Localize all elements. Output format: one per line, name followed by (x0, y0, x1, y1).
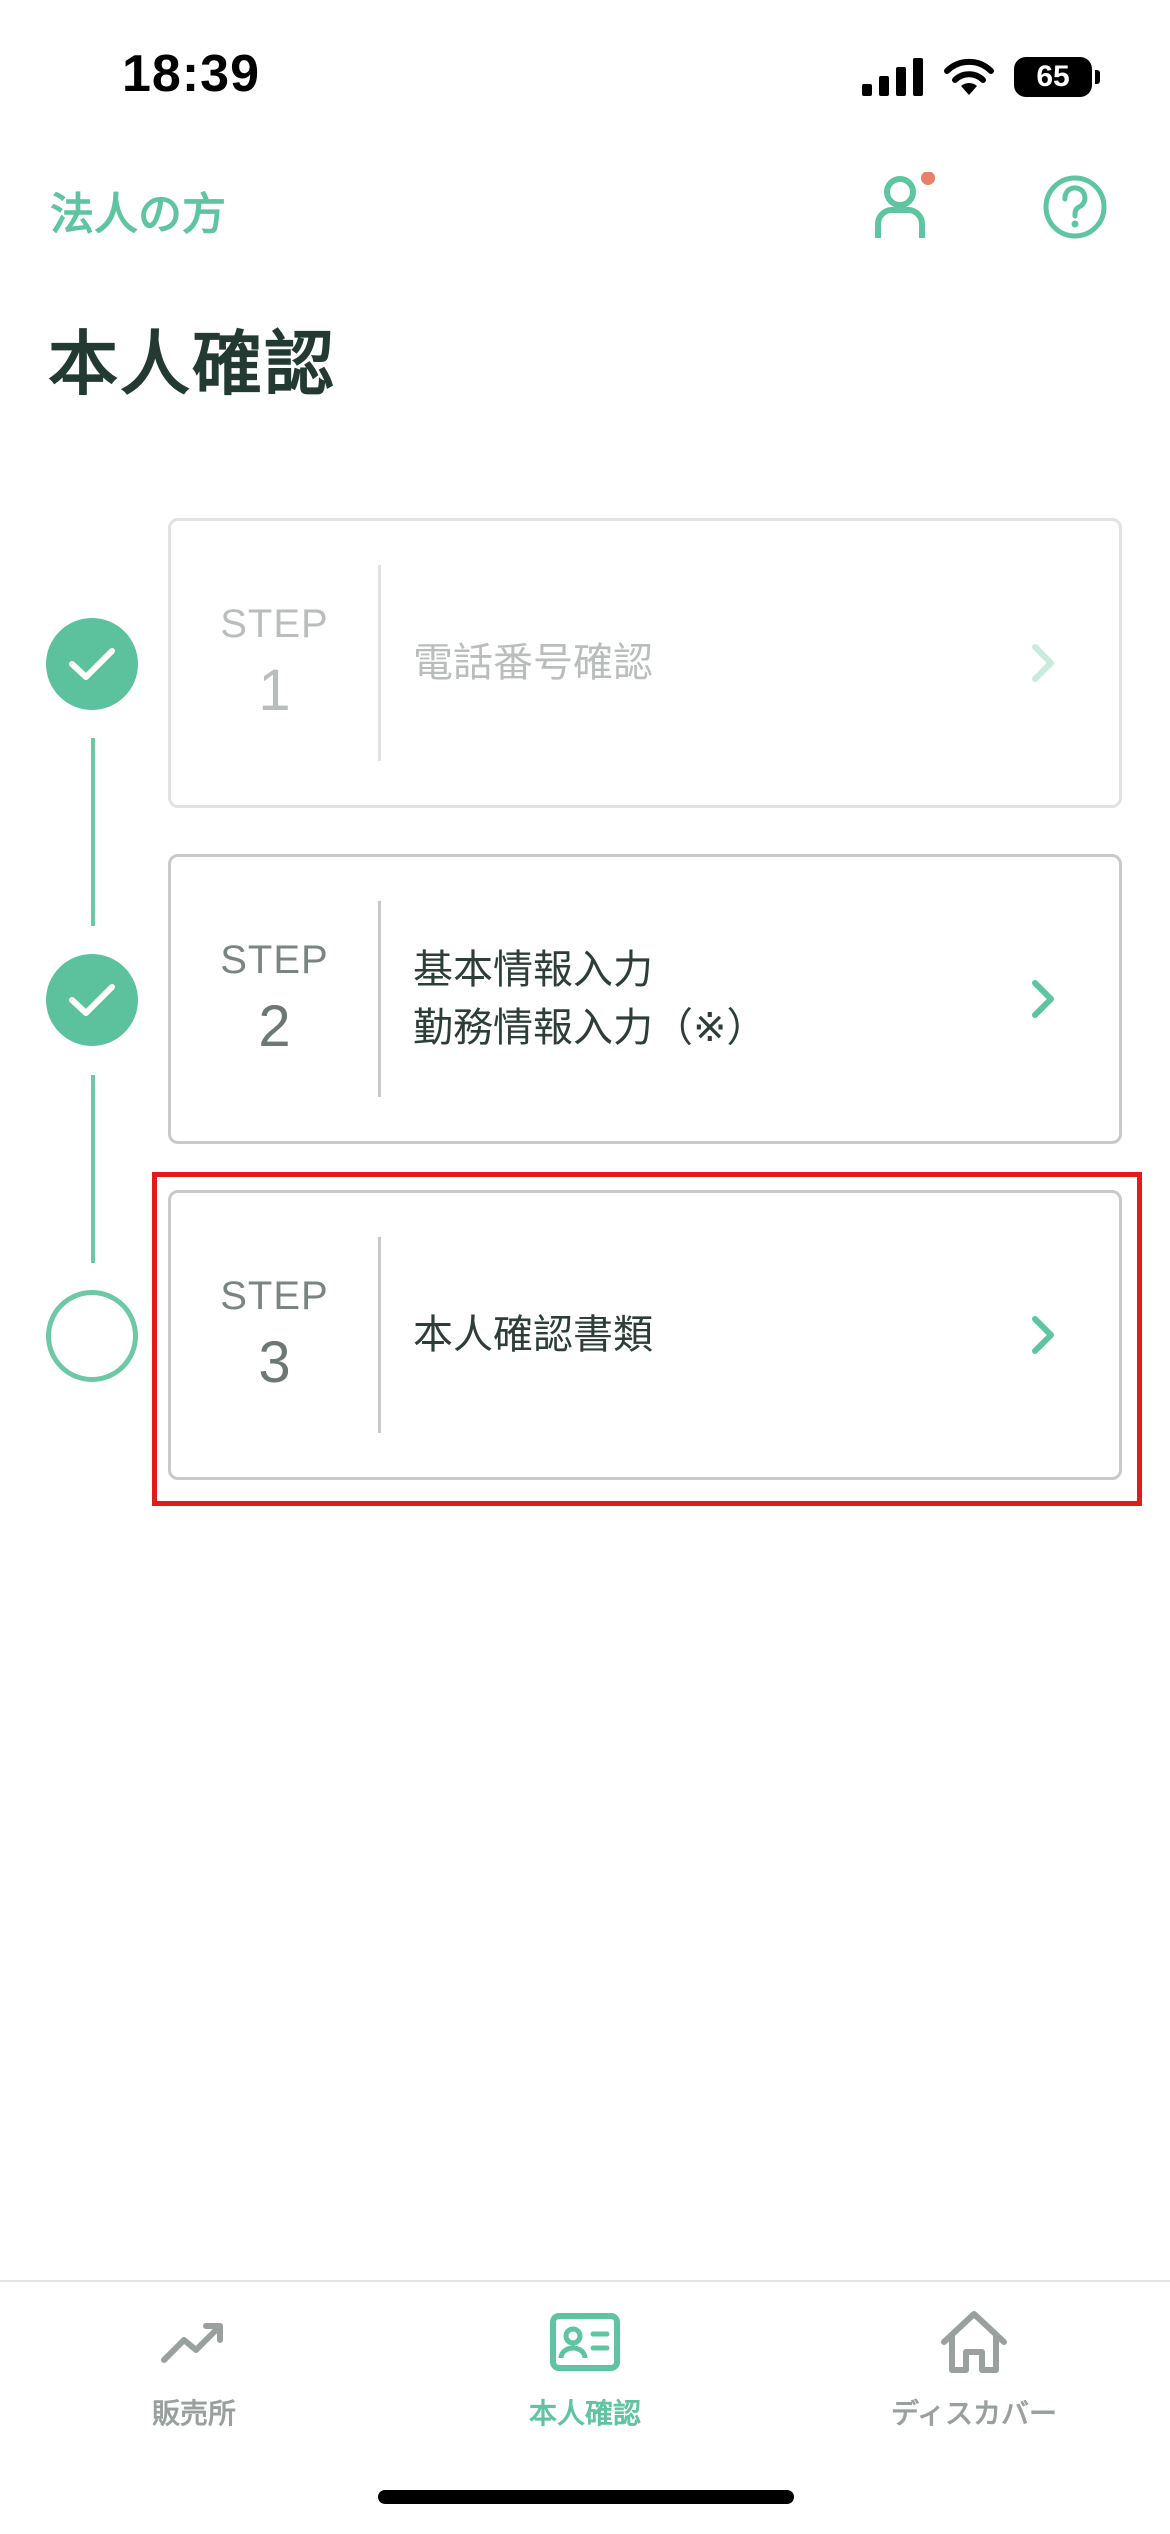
wifi-icon (944, 58, 994, 95)
step-number: 2 (258, 994, 291, 1059)
tab-label: ディスカバー (890, 2397, 1058, 2430)
status-time: 18:39 (122, 45, 260, 103)
home-icon (941, 2311, 1007, 2373)
step-connector (91, 738, 95, 926)
id-card-icon (550, 2313, 620, 2371)
help-icon (1043, 175, 1107, 239)
account-type-label[interactable]: 法人の方 (50, 178, 226, 242)
tab-label: 販売所 (151, 2397, 236, 2430)
user-icon (875, 171, 935, 238)
tab-label: 本人確認 (528, 2397, 641, 2430)
battery-icon: 65 (1014, 57, 1100, 97)
signal-icon (862, 58, 923, 96)
step-title-line: 電話番号確認 (413, 640, 653, 686)
chevron-right-icon (1032, 980, 1054, 1018)
step-connector (91, 1075, 95, 1263)
step-2-card[interactable]: STEP 2 基本情報入力 勤務情報入力（※） (168, 854, 1122, 1144)
help-button[interactable] (1042, 174, 1108, 240)
step-number-box: STEP 2 (171, 901, 381, 1097)
step-title: 基本情報入力 勤務情報入力（※） (381, 941, 1023, 1057)
page-title: 本人確認 (48, 323, 336, 405)
step-title-line: 勤務情報入力（※） (413, 1005, 767, 1051)
step-word: STEP (220, 602, 329, 646)
tab-identity-verification[interactable]: 本人確認 (435, 2304, 735, 2432)
chevron-right-icon (1032, 644, 1054, 682)
step-number: 1 (258, 658, 291, 723)
battery-level: 65 (1036, 60, 1070, 93)
status-icons: 65 (862, 54, 1100, 100)
step-number-box: STEP 1 (171, 565, 381, 761)
step-3-pending-circle-icon (46, 1290, 138, 1382)
highlight-frame (152, 1172, 1142, 1506)
step-word: STEP (220, 938, 329, 982)
step-title: 電話番号確認 (381, 634, 1023, 692)
tab-discover[interactable]: ディスカバー (824, 2304, 1124, 2432)
home-indicator[interactable] (378, 2490, 794, 2504)
tab-exchange[interactable]: 販売所 (44, 2304, 344, 2432)
trend-chart-icon (161, 2323, 223, 2363)
step-2-check-icon (46, 954, 138, 1046)
step-1-card[interactable]: STEP 1 電話番号確認 (168, 518, 1122, 808)
step-title-line: 基本情報入力 (413, 947, 653, 993)
notification-dot (921, 171, 935, 185)
profile-button[interactable] (872, 171, 942, 242)
step-1-check-icon (46, 618, 138, 710)
